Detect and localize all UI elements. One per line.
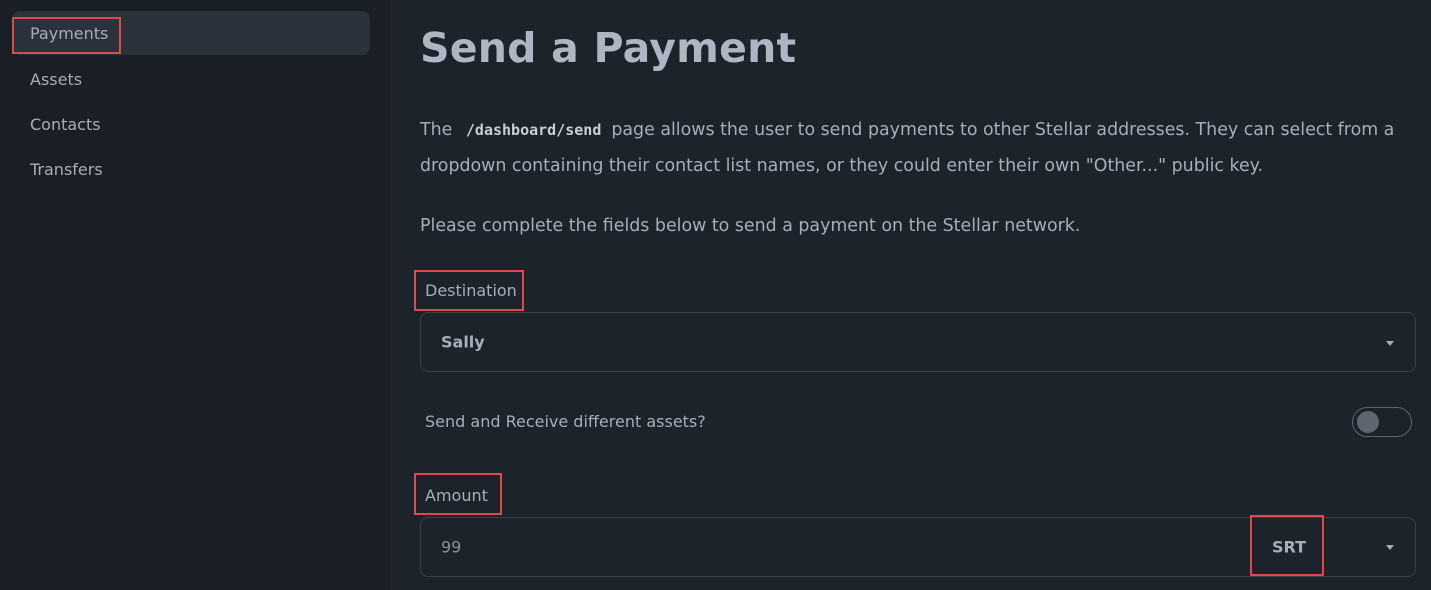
- amount-field[interactable]: 99 SRT: [420, 517, 1416, 577]
- instructions-text: Please complete the fields below to send…: [420, 216, 1081, 236]
- route-code: /dashboard/send: [465, 121, 602, 139]
- intro-paragraph: The /dashboard/send page allows the user …: [420, 112, 1416, 184]
- asset-select[interactable]: SRT: [1251, 518, 1417, 576]
- intro-text-line2: dropdown containing their contact list n…: [420, 156, 1263, 176]
- main-content: Send a Payment The /dashboard/send page a…: [420, 0, 1416, 590]
- sidebar-item-assets[interactable]: Assets: [12, 57, 370, 101]
- asset-value: SRT: [1272, 537, 1307, 557]
- chevron-down-icon: [1386, 545, 1394, 550]
- different-assets-label: Send and Receive different assets?: [425, 412, 706, 431]
- app: Payments Assets Contacts Transfers Send …: [0, 0, 1431, 590]
- toggle-knob: [1357, 411, 1379, 433]
- sidebar: Payments Assets Contacts Transfers: [0, 0, 390, 590]
- sidebar-item-label: Assets: [30, 69, 83, 89]
- page-title: Send a Payment: [420, 24, 797, 72]
- intro-text-after: page allows the user to send payments to…: [611, 120, 1395, 140]
- sidebar-item-payments[interactable]: Payments: [12, 11, 370, 55]
- different-assets-toggle[interactable]: [1352, 407, 1412, 437]
- sidebar-item-label: Payments: [30, 23, 109, 43]
- sidebar-item-label: Transfers: [30, 159, 103, 179]
- sidebar-item-contacts[interactable]: Contacts: [12, 102, 370, 146]
- sidebar-item-transfers[interactable]: Transfers: [12, 147, 370, 191]
- destination-value: Sally: [441, 332, 485, 352]
- amount-value: 99: [441, 537, 462, 557]
- amount-label: Amount: [425, 486, 488, 505]
- chevron-down-icon: [1386, 341, 1394, 346]
- sidebar-item-label: Contacts: [30, 114, 101, 134]
- destination-select[interactable]: Sally: [420, 312, 1416, 372]
- destination-label: Destination: [425, 281, 517, 300]
- intro-text-before: The: [420, 120, 453, 140]
